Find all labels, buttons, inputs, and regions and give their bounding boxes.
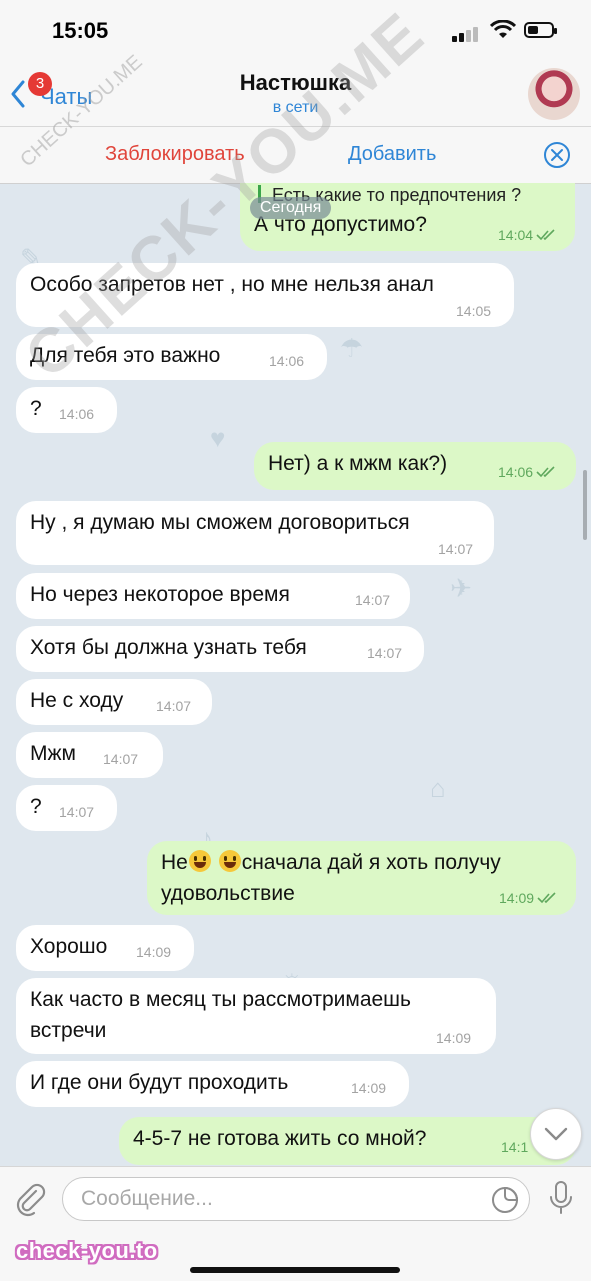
message-text: Как часто в месяц ты рассмотримаешь встр…	[30, 988, 411, 1042]
message-input[interactable]	[62, 1177, 530, 1221]
signal-icon	[452, 22, 482, 42]
date-separator: Сегодня	[250, 197, 332, 219]
message-time: 14:06	[59, 406, 95, 422]
message-time: 14:06	[269, 353, 305, 369]
sticker-icon[interactable]	[490, 1185, 520, 1215]
message-text: 4-5-7 не готова жить со мной?	[133, 1127, 427, 1150]
close-circle-icon[interactable]	[543, 141, 571, 169]
chat-title[interactable]: Настюшка	[0, 70, 591, 96]
message-incoming[interactable]: Хотя бы должна узнать тебя 14:07	[16, 626, 424, 672]
grinning-emoji-icon	[188, 850, 211, 872]
online-status: в сети	[272, 99, 319, 116]
message-text-part: сначала дай я хоть получу	[241, 851, 501, 874]
message-text: Не сначала дай я хоть получу	[161, 847, 501, 878]
message-incoming[interactable]: Хорошо 14:09	[16, 925, 194, 971]
message-incoming[interactable]: Но через некоторое время 14:07	[16, 573, 410, 619]
message-text: Но через некоторое время	[30, 583, 290, 606]
message-text: ?	[30, 795, 42, 818]
message-incoming[interactable]: ? 14:07	[16, 785, 117, 831]
message-incoming[interactable]: Мжм 14:07	[16, 732, 163, 778]
wallpaper-doodle: ⌂	[430, 773, 446, 803]
message-text-part: Не	[161, 851, 188, 874]
composer	[0, 1166, 591, 1281]
message-time: 14:09	[436, 1030, 472, 1046]
checkmarks-icon	[536, 229, 555, 241]
home-indicator	[190, 1267, 400, 1273]
message-text: ?	[30, 397, 42, 420]
status-time: 15:05	[52, 18, 109, 43]
message-text: Ну , я думаю мы сможем договориться	[30, 511, 410, 534]
message-time: 14:09	[351, 1080, 387, 1096]
message-time: 14:09	[499, 890, 557, 906]
add-contact-button[interactable]: Добавить	[348, 143, 436, 166]
message-time: 14:06	[498, 464, 556, 480]
message-outgoing[interactable]: 4-5-7 не готова жить со мной? 14:1	[119, 1117, 576, 1165]
scrollbar[interactable]	[583, 470, 587, 540]
paperclip-icon[interactable]	[14, 1181, 46, 1217]
message-time: 14:05	[456, 303, 492, 319]
checkmarks-icon	[537, 892, 556, 904]
message-time: 14:07	[367, 645, 403, 661]
message-incoming[interactable]: Как часто в месяц ты рассмотримаешь встр…	[16, 978, 496, 1054]
message-time: 14:04	[498, 227, 556, 243]
wallpaper-doodle: ✈	[450, 573, 472, 603]
message-text: Мжм	[30, 742, 76, 765]
smiling-emoji-icon	[218, 850, 241, 872]
wifi-icon	[490, 20, 516, 38]
wallpaper-doodle: ☂	[340, 333, 364, 363]
message-text: Для тебя это важно	[30, 344, 221, 367]
message-time: 14:07	[355, 592, 391, 608]
chat-header: Чаты 3 Настюшка в сети	[0, 60, 591, 126]
message-list[interactable]: ✎ ☂ ♥ ✈ ⌂ ✿ ☼ ✉ ♪ Есть какие то предпочт…	[0, 183, 591, 1166]
chevron-down-icon	[544, 1127, 568, 1141]
wallpaper-doodle: ♥	[210, 423, 226, 453]
message-time: 14:07	[156, 698, 192, 714]
message-incoming[interactable]: Особо запретов нет , но мне нельзя анал …	[16, 263, 514, 327]
message-outgoing[interactable]: Не сначала дай я хоть получу удовольстви…	[147, 841, 576, 915]
message-incoming[interactable]: Не с ходу 14:07	[16, 679, 212, 725]
message-text: И где они будут проходить	[30, 1071, 289, 1094]
message-time: 14:07	[438, 541, 474, 557]
message-time: 14:07	[59, 804, 95, 820]
microphone-icon[interactable]	[548, 1179, 574, 1219]
scroll-down-button[interactable]	[530, 1108, 582, 1160]
block-button[interactable]: Заблокировать	[105, 143, 245, 166]
message-incoming[interactable]: И где они будут проходить 14:09	[16, 1061, 409, 1107]
message-text: Нет) а к мжм как?)	[268, 452, 448, 475]
message-text: Хорошо	[30, 935, 108, 958]
battery-icon	[524, 22, 557, 38]
message-time: 14:09	[136, 944, 172, 960]
message-outgoing[interactable]: Нет) а к мжм как?) 14:06	[254, 442, 576, 490]
message-incoming[interactable]: Для тебя это важно 14:06	[16, 334, 327, 380]
message-incoming[interactable]: ? 14:06	[16, 387, 117, 433]
message-time: 14:1	[501, 1139, 529, 1155]
avatar[interactable]	[528, 68, 580, 120]
contact-action-bar: Заблокировать Добавить	[0, 126, 591, 184]
message-time: 14:07	[103, 751, 139, 767]
message-text: Хотя бы должна узнать тебя	[30, 636, 307, 659]
message-text-line2: удовольствие	[161, 882, 295, 905]
message-text: Особо запретов нет , но мне нельзя анал	[30, 273, 434, 296]
message-text: Не с ходу	[30, 689, 124, 712]
status-bar: 15:05	[0, 0, 591, 60]
checkmarks-icon	[536, 466, 555, 478]
message-incoming[interactable]: Ну , я думаю мы сможем договориться 14:0…	[16, 501, 494, 565]
